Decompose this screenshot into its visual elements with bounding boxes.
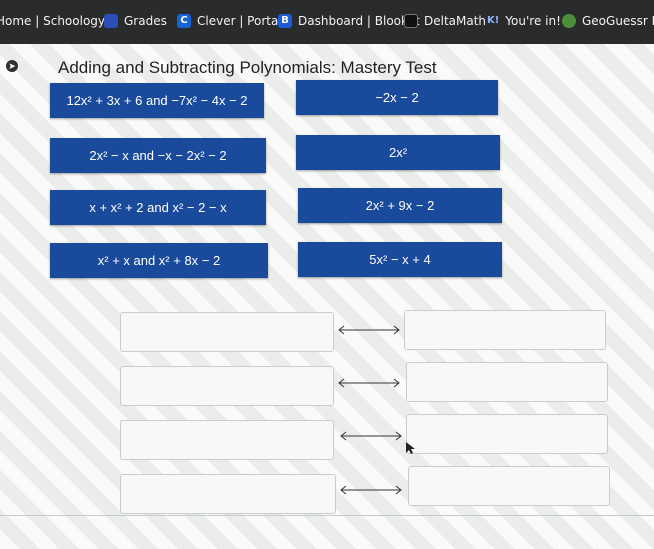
- drop-slot-left-1[interactable]: [120, 312, 334, 352]
- geoguessr-icon: [562, 14, 576, 28]
- bookmark-grades[interactable]: Grades: [104, 14, 167, 28]
- drag-tile-right-4[interactable]: 5x² − x + 4: [298, 242, 502, 277]
- grades-icon: [104, 14, 118, 28]
- bookmark-blooket[interactable]: B Dashboard | Blooket: [278, 14, 420, 28]
- bookmark-clever-label: Clever | Portal: [197, 14, 282, 28]
- drop-slot-left-3[interactable]: [120, 420, 334, 460]
- double-arrow-icon: [338, 378, 400, 388]
- double-arrow-icon: [340, 431, 402, 441]
- double-arrow-icon: [338, 325, 400, 335]
- drop-slot-right-2[interactable]: [406, 362, 608, 402]
- bookmark-deltamath[interactable]: DeltaMath: [404, 14, 486, 28]
- divider: [0, 515, 654, 516]
- bookmark-clever[interactable]: C Clever | Portal: [177, 14, 282, 28]
- drag-tile-left-3[interactable]: x + x² + 2 and x² − 2 − x: [50, 190, 266, 225]
- drag-tile-left-4[interactable]: x² + x and x² + 8x − 2: [50, 243, 268, 278]
- bookmark-geoguessr-label: GeoGuessr Free |: [582, 14, 654, 28]
- drop-slot-left-4[interactable]: [120, 474, 336, 514]
- mouse-cursor-icon: [406, 442, 415, 454]
- blooket-icon: B: [278, 14, 292, 28]
- clever-icon: C: [177, 14, 191, 28]
- drag-tile-right-1[interactable]: −2x − 2: [296, 80, 498, 115]
- deltamath-icon: [404, 14, 418, 28]
- bookmark-geoguessr[interactable]: GeoGuessr Free |: [562, 14, 654, 28]
- page-title: Adding and Subtracting Polynomials: Mast…: [58, 58, 437, 77]
- double-arrow-icon: [340, 485, 402, 495]
- drop-slot-right-1[interactable]: [404, 310, 606, 350]
- drop-slot-left-2[interactable]: [120, 366, 334, 406]
- bookmark-blooket-label: Dashboard | Blooket: [298, 14, 420, 28]
- bookmark-deltamath-label: DeltaMath: [424, 14, 487, 28]
- kahoot-icon: K!: [487, 15, 500, 26]
- drag-tile-left-1[interactable]: 12x² + 3x + 6 and −7x² − 4x − 2: [50, 83, 264, 118]
- bookmark-schoology[interactable]: Home | Schoology: [0, 14, 105, 28]
- drag-tile-right-2[interactable]: 2x²: [296, 135, 500, 170]
- drop-slot-right-3[interactable]: [406, 414, 608, 454]
- bookmarks-bar: Home | Schoology Grades C Clever | Porta…: [0, 0, 654, 44]
- drop-slot-right-4[interactable]: [408, 466, 610, 506]
- arrow-right-icon[interactable]: ➤: [6, 60, 18, 72]
- drag-tile-left-2[interactable]: 2x² − x and −x − 2x² − 2: [50, 138, 266, 173]
- bookmark-kahoot-label: You're in!: [505, 14, 561, 28]
- bookmark-grades-label: Grades: [124, 14, 167, 28]
- drag-tile-right-3[interactable]: 2x² + 9x − 2: [298, 188, 502, 223]
- bookmark-schoology-label: Home | Schoology: [0, 14, 106, 28]
- bookmark-kahoot[interactable]: K! You're in!: [487, 14, 561, 28]
- title-row: ➤ Adding and Subtracting Polynomials: Ma…: [0, 58, 654, 82]
- test-page: ➤ Adding and Subtracting Polynomials: Ma…: [0, 44, 654, 549]
